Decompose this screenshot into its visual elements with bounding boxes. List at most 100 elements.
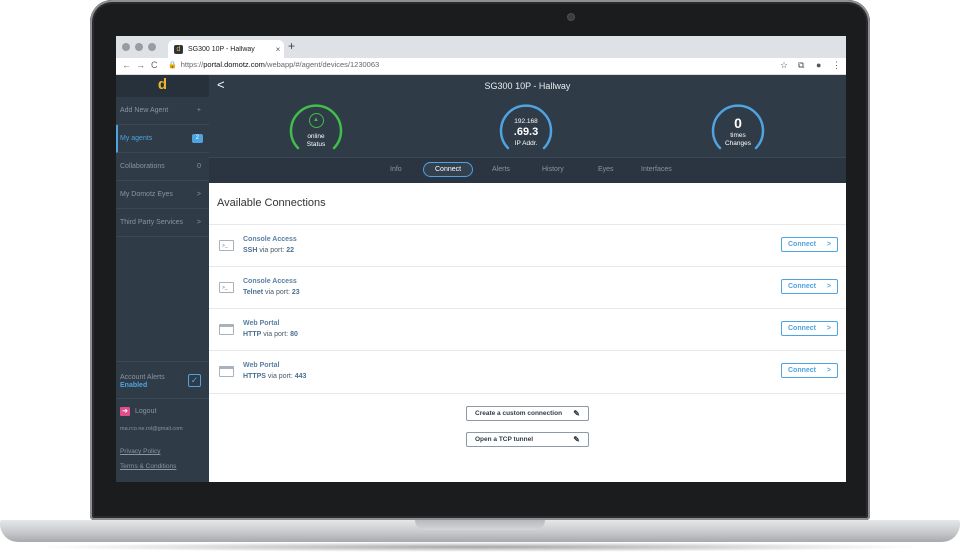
new-tab-button[interactable]: + xyxy=(288,39,295,53)
connect-button-label: Connect xyxy=(788,241,816,248)
ip-label: IP Addr. xyxy=(514,140,538,147)
terms-conditions-link[interactable]: Terms & Conditions xyxy=(120,463,176,470)
sidebar-item-add-new-agent[interactable]: Add New Agent + xyxy=(116,97,209,125)
tab-alerts[interactable]: Alerts xyxy=(492,166,510,173)
ip-suffix: .69.3 xyxy=(513,126,539,138)
forward-arrow-icon[interactable]: → xyxy=(136,60,145,70)
tab-interfaces[interactable]: Interfaces xyxy=(641,166,672,173)
connection-name: Web Portal xyxy=(243,362,280,369)
open-tcp-tunnel-button[interactable]: Open a TCP tunnel ✎ xyxy=(466,432,589,447)
browser-menu-icon[interactable]: ⋮ xyxy=(832,60,841,71)
tab-connect[interactable]: Connect xyxy=(423,162,474,177)
domotz-favicon-icon: d xyxy=(174,44,183,54)
connection-port: 22 xyxy=(286,247,294,254)
connect-button-label: Connect xyxy=(788,283,816,290)
logout-link[interactable]: ➜ Logout xyxy=(120,407,156,416)
connection-port: 23 xyxy=(291,289,300,296)
cast-icon[interactable]: ⧉ xyxy=(798,60,804,71)
address-bar: ← → C 🔒 https://portal.domotz.com/webapp/… xyxy=(116,58,846,75)
connection-row: >_ Console Access Telnet via port: 23 Co… xyxy=(209,266,846,309)
connection-row: >_ Console Access SSH via port: 22 Conne… xyxy=(209,224,846,267)
sidebar-item-label: My Domotz Eyes xyxy=(120,191,173,198)
lock-icon: 🔒 xyxy=(168,62,177,69)
browser-window-icon xyxy=(219,366,234,377)
connection-detail: SSH via port: 22 xyxy=(243,247,294,254)
connection-protocol: Telnet xyxy=(243,289,264,296)
agent-count-badge: 2 xyxy=(191,134,203,143)
account-icon[interactable]: ● xyxy=(816,60,821,70)
ip-prefix: 192.168 xyxy=(514,118,538,125)
domotz-app: d Add New Agent + My agents 2 Collaborat… xyxy=(116,75,846,482)
connection-via: via port: xyxy=(263,289,292,296)
connect-button-label: Connect xyxy=(788,325,816,332)
sidebar-item-label: Third Party Services xyxy=(120,219,184,226)
changes-unit: times xyxy=(730,132,746,139)
connection-port: 443 xyxy=(294,373,307,380)
logout-label: Logout xyxy=(135,408,157,415)
browser-tab[interactable]: d SG300 10P - Hallway × xyxy=(168,40,284,58)
connection-detail: HTTPS via port: 443 xyxy=(243,373,306,380)
tab-title: SG300 10P - Hallway xyxy=(188,45,255,53)
plus-icon: + xyxy=(196,107,201,114)
chevron-right-icon: > xyxy=(196,219,201,226)
chevron-right-icon: > xyxy=(826,241,831,248)
status-up-icon: ▲ xyxy=(289,113,343,128)
sidebar-item-label: My agents xyxy=(120,135,153,142)
sidebar-item-my-agents[interactable]: My agents 2 xyxy=(116,125,209,153)
account-alerts-label: Account Alerts xyxy=(120,374,165,381)
sidebar-item-my-domotz-eyes[interactable]: My Domotz Eyes > xyxy=(116,181,209,209)
privacy-policy-link[interactable]: Privacy Policy xyxy=(120,448,160,455)
tab-info[interactable]: Info xyxy=(390,166,402,173)
connect-button[interactable]: Connect > xyxy=(781,237,838,252)
connection-protocol: HTTP xyxy=(243,331,262,338)
connection-name: Console Access xyxy=(243,278,297,285)
url-field[interactable]: 🔒 https://portal.domotz.com/webapp/#/agen… xyxy=(168,60,379,69)
status-value: online xyxy=(307,133,325,140)
reload-icon[interactable]: C xyxy=(151,60,158,70)
account-alerts-checkbox[interactable]: ✓ xyxy=(188,374,201,387)
browser-tab-bar: d SG300 10P - Hallway × + xyxy=(116,36,846,58)
close-window-button[interactable] xyxy=(122,43,130,51)
user-email: ma.rco.ne.rol@gmail.com xyxy=(120,426,183,432)
terminal-icon: >_ xyxy=(219,282,234,293)
laptop-notch xyxy=(415,520,545,530)
account-alerts: Account Alerts Enabled ✓ xyxy=(116,361,209,399)
minimize-window-button[interactable] xyxy=(135,43,143,51)
connect-button-label: Connect xyxy=(788,367,816,374)
connection-row: Web Portal HTTPS via port: 443 Connect > xyxy=(209,350,846,394)
sidebar-item-third-party-services[interactable]: Third Party Services > xyxy=(116,209,209,237)
changes-gauge: 0 times Changes xyxy=(711,103,765,157)
create-custom-connection-button[interactable]: Create a custom connection ✎ xyxy=(466,406,589,421)
connection-via: via port: xyxy=(257,247,287,254)
domotz-logo[interactable]: d xyxy=(116,75,209,97)
back-arrow-icon[interactable]: ← xyxy=(122,60,131,70)
sidebar-item-collaborations[interactable]: Collaborations 0 xyxy=(116,153,209,181)
bookmark-star-icon[interactable]: ☆ xyxy=(780,60,788,71)
terminal-icon: >_ xyxy=(219,240,234,251)
sidebar-item-label: Collaborations xyxy=(120,163,165,170)
ip-address-gauge: 192.168 .69.3 IP Addr. xyxy=(499,103,553,157)
url-scheme: https:// xyxy=(180,60,204,69)
changes-count: 0 xyxy=(734,115,742,131)
pencil-icon: ✎ xyxy=(573,435,580,444)
status-gauge: ▲ online Status xyxy=(289,103,343,157)
connect-button[interactable]: Connect > xyxy=(781,321,838,336)
connect-button[interactable]: Connect > xyxy=(781,279,838,294)
camera-icon xyxy=(568,14,574,20)
chevron-right-icon: > xyxy=(826,283,831,290)
connection-protocol: SSH xyxy=(243,247,258,254)
maximize-window-button[interactable] xyxy=(148,43,156,51)
url-host: portal.domotz.com xyxy=(203,60,265,69)
available-connections-title: Available Connections xyxy=(217,197,326,209)
changes-label: Changes xyxy=(724,140,752,147)
status-gauge-ring xyxy=(289,104,343,150)
sidebar-item-label: Add New Agent xyxy=(120,107,169,114)
browser-window-icon xyxy=(219,324,234,335)
tab-eyes[interactable]: Eyes xyxy=(598,166,614,173)
connection-via: via port: xyxy=(265,373,295,380)
tab-history[interactable]: History xyxy=(542,166,564,173)
connection-name: Console Access xyxy=(243,236,297,243)
close-tab-icon[interactable]: × xyxy=(272,45,284,54)
device-title: SG300 10P - Hallway xyxy=(484,81,571,91)
connect-button[interactable]: Connect > xyxy=(781,363,838,378)
